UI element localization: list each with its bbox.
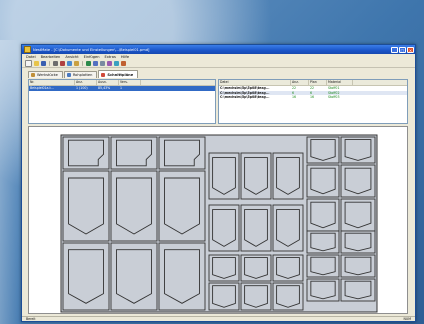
app-icon — [24, 46, 31, 53]
part-qty: 16 — [292, 95, 297, 99]
copy-icon[interactable] — [67, 61, 72, 66]
menu-datei[interactable]: Datei — [26, 55, 36, 59]
part-frame[interactable] — [340, 198, 376, 232]
minimize-button[interactable]: _ — [391, 46, 398, 53]
part-frame[interactable] — [272, 282, 304, 311]
part-frame[interactable] — [340, 254, 376, 278]
part-frame[interactable] — [110, 242, 158, 311]
part-frame[interactable] — [62, 242, 110, 311]
part-frame[interactable] — [62, 136, 110, 170]
paste-icon[interactable] — [74, 61, 79, 66]
column-header[interactable]: Nr. — [29, 80, 75, 85]
tab-label: Rohplatten — [72, 73, 93, 77]
tab-label: Werkstücke — [37, 73, 58, 77]
plan-usage: 85,43% — [98, 86, 111, 90]
maximize-button[interactable]: □ — [399, 46, 406, 53]
part-material: Stoff03 — [328, 95, 340, 99]
table-row[interactable]: Beispiel01a.t... 1 (100) 85,43% 1 — [29, 86, 215, 91]
part-frame[interactable] — [240, 282, 272, 311]
sheet-icon — [66, 73, 71, 77]
column-header[interactable]: Datei — [219, 80, 291, 85]
parts-list[interactable]: Datei Anz. Plan Material C:\mechsim\5p\5… — [218, 79, 408, 124]
part-frame[interactable] — [240, 152, 272, 200]
part-frame[interactable] — [306, 278, 340, 302]
close-button[interactable]: × — [407, 46, 414, 53]
extra-icon[interactable] — [121, 61, 126, 66]
part-frame[interactable] — [110, 136, 158, 170]
plan-icon — [101, 72, 106, 77]
menu-ansicht[interactable]: Ansicht — [65, 55, 78, 59]
column-header[interactable]: Ausn. — [97, 80, 119, 85]
status-text: Bereit — [26, 317, 36, 321]
title-bar[interactable]: NestMate - [C:\Dokumente und Einstellung… — [22, 45, 415, 54]
part-frame[interactable] — [272, 204, 304, 252]
part-frame[interactable] — [340, 136, 376, 164]
tab-strip: Werkstücke Rohplatten Schnittpläne — [28, 70, 139, 78]
part-frame[interactable] — [272, 152, 304, 200]
part-file: C:\mechsim\5p\5p08\teag... — [220, 95, 270, 99]
part-frame[interactable] — [306, 198, 340, 232]
window-title: NestMate - [C:\Dokumente und Einstellung… — [33, 47, 150, 52]
grid-icon[interactable] — [100, 61, 105, 66]
tab-werkstuecke[interactable]: Werkstücke — [28, 71, 63, 78]
menu-bearbeiten[interactable]: Bearbeiten — [41, 55, 61, 59]
part-frame[interactable] — [158, 170, 206, 242]
table-row[interactable]: C:\mechsim\5p\5p08\teag... 16 16 Stoff03 — [219, 95, 407, 100]
save-icon[interactable] — [41, 61, 46, 66]
part-frame[interactable] — [272, 254, 304, 282]
tab-label: Schnittpläne — [107, 72, 134, 77]
part-frame[interactable] — [306, 254, 340, 278]
plan-count: 1 — [120, 86, 123, 90]
toolbar-separator — [82, 61, 83, 66]
menu-extras[interactable]: Extras — [105, 55, 116, 59]
column-header[interactable]: Vers. — [119, 80, 141, 85]
part-frame[interactable] — [340, 278, 376, 302]
settings-icon[interactable] — [107, 61, 112, 66]
part-frame[interactable] — [240, 204, 272, 252]
nesting-drawing — [60, 134, 378, 313]
toolbar — [22, 60, 415, 68]
part-frame[interactable] — [62, 170, 110, 242]
desktop-glare — [0, 40, 20, 324]
part-frame[interactable] — [158, 136, 206, 170]
nest-icon[interactable] — [86, 61, 91, 66]
zoom-icon[interactable] — [93, 61, 98, 66]
part-frame[interactable] — [306, 164, 340, 198]
column-header[interactable]: Material — [327, 80, 353, 85]
part-frame[interactable] — [208, 254, 240, 282]
cut-icon[interactable] — [60, 61, 65, 66]
part-placed: 16 — [310, 95, 315, 99]
help-icon[interactable] — [114, 61, 119, 66]
part-frame[interactable] — [240, 254, 272, 282]
menu-einfuegen[interactable]: Einfügen — [84, 55, 100, 59]
app-window: NestMate - [C:\Dokumente und Einstellung… — [21, 44, 416, 322]
part-frame[interactable] — [340, 230, 376, 254]
part-frame[interactable] — [340, 164, 376, 198]
column-header[interactable]: Plan — [309, 80, 327, 85]
plan-list[interactable]: Nr. Anz. Ausn. Vers. Beispiel01a.t... 1 … — [28, 79, 216, 124]
column-header[interactable]: Anz. — [75, 80, 97, 85]
part-frame[interactable] — [110, 170, 158, 242]
new-icon[interactable] — [25, 60, 32, 67]
part-frame[interactable] — [208, 204, 240, 252]
plan-name: Beispiel01a.t... — [30, 86, 54, 90]
part-icon — [31, 73, 35, 77]
toolbar-separator — [49, 61, 50, 66]
plan-qty: 1 (100) — [76, 86, 88, 90]
nesting-canvas[interactable] — [28, 126, 408, 314]
open-icon[interactable] — [34, 61, 39, 66]
part-frame[interactable] — [306, 230, 340, 254]
tab-schnittplaene[interactable]: Schnittpläne — [98, 70, 139, 78]
part-frame[interactable] — [158, 242, 206, 311]
part-frame[interactable] — [306, 136, 340, 164]
status-bar: Bereit NUM — [22, 316, 415, 321]
column-header[interactable]: Anz. — [291, 80, 309, 85]
part-frame[interactable] — [208, 282, 240, 311]
menu-hilfe[interactable]: Hilfe — [121, 55, 129, 59]
print-icon[interactable] — [53, 61, 58, 66]
status-indicator: NUM — [403, 317, 411, 321]
tab-rohplatten[interactable]: Rohplatten — [63, 71, 98, 78]
part-frame[interactable] — [208, 152, 240, 200]
